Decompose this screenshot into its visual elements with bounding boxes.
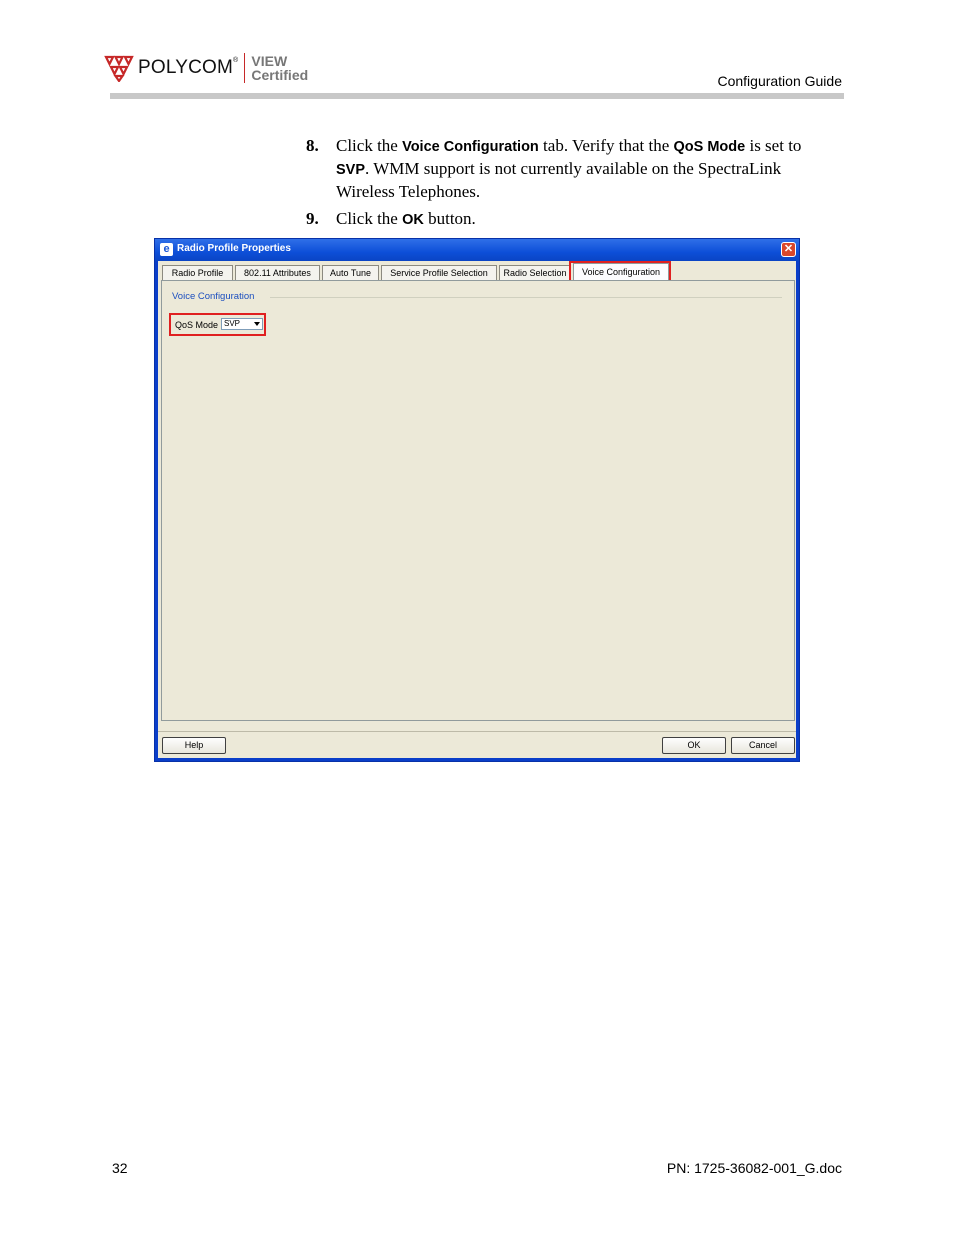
tab-radio-selection[interactable]: Radio Selection — [499, 265, 571, 280]
ok-button[interactable]: OK — [662, 737, 726, 754]
tab-service-profile-selection[interactable]: Service Profile Selection — [381, 265, 497, 280]
polycom-logo: POLYCOM® VIEW Certified — [104, 52, 308, 84]
page-number: 32 — [112, 1160, 128, 1176]
cert-line-2: Certified — [251, 67, 309, 83]
dialog-client: Radio Profile 802.11 Attributes Auto Tun… — [158, 261, 796, 758]
dialog-app-icon: e — [160, 243, 173, 256]
button-bar-divider — [158, 731, 796, 732]
dialog-title: Radio Profile Properties — [177, 243, 291, 254]
doc-title: Configuration Guide — [717, 73, 842, 89]
tab-auto-tune[interactable]: Auto Tune — [322, 265, 379, 280]
header-rule — [110, 93, 844, 99]
close-icon[interactable]: ✕ — [781, 242, 796, 257]
step-text: Click the OK button. — [336, 209, 476, 228]
radio-profile-properties-dialog: e Radio Profile Properties ✕ Radio Profi… — [154, 238, 800, 762]
tab-radio-profile[interactable]: Radio Profile — [162, 265, 233, 280]
tab-802-11-attributes[interactable]: 802.11 Attributes — [235, 265, 320, 280]
polycom-logo-icon — [104, 55, 134, 82]
group-divider — [270, 297, 782, 298]
group-title: Voice Configuration — [172, 291, 255, 302]
step-number: 8. — [306, 136, 319, 155]
help-button[interactable]: Help — [162, 737, 226, 754]
voice-configuration-panel: Voice Configuration QoS Mode SVP — [161, 280, 795, 721]
qos-mode-highlight — [169, 313, 266, 336]
dialog-titlebar[interactable]: e Radio Profile Properties ✕ — [155, 239, 799, 261]
brand-name: POLYCOM® — [138, 57, 239, 78]
step-number: 9. — [306, 209, 319, 228]
step-text: Click the Voice Configuration tab. Verif… — [336, 136, 802, 201]
view-certified: VIEW Certified — [251, 54, 308, 82]
cancel-button[interactable]: Cancel — [731, 737, 795, 754]
logo-divider — [244, 53, 246, 83]
document-number: PN: 1725-36082-001_G.doc — [666, 1160, 842, 1176]
